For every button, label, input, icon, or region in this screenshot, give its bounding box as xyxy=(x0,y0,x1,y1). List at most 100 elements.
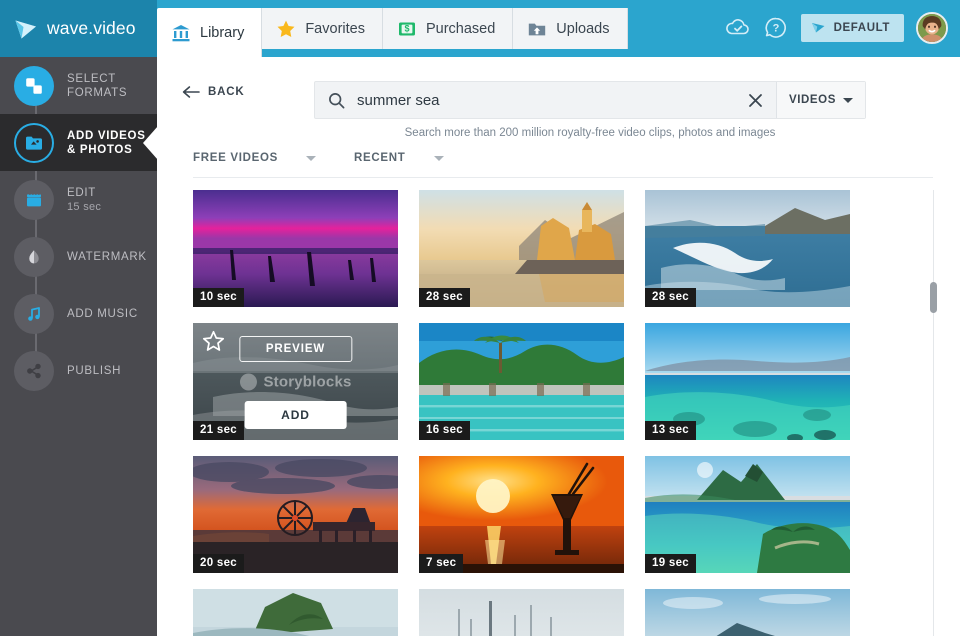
add-button[interactable]: ADD xyxy=(244,401,347,429)
cloud-check-icon[interactable] xyxy=(725,15,751,41)
music-note-icon xyxy=(14,294,54,334)
tab-library[interactable]: Library xyxy=(157,8,262,57)
droplet-icon xyxy=(14,237,54,277)
upload-folder-icon xyxy=(527,19,547,39)
result-card[interactable] xyxy=(419,589,624,636)
search-input[interactable] xyxy=(357,82,736,118)
clear-search-icon[interactable] xyxy=(736,82,776,118)
header-actions: ? DEFAULT xyxy=(725,0,960,57)
results-grid: 10 sec xyxy=(193,190,941,636)
watermark-dot-icon xyxy=(239,373,256,390)
result-card-hovered[interactable]: PREVIEW Storyblocks ADD 21 sec xyxy=(193,323,398,440)
sidebar-step-title: EDIT xyxy=(67,187,96,199)
tab-uploads[interactable]: Uploads xyxy=(513,8,627,49)
sidebar-step-label: WATERMARK xyxy=(67,250,147,264)
tab-label: Uploads xyxy=(556,21,609,37)
duration-badge: 7 sec xyxy=(419,554,463,573)
sidebar-step-select-formats[interactable]: SELECT FORMATS xyxy=(0,57,157,114)
star-outline-icon[interactable] xyxy=(202,330,225,358)
result-card[interactable]: 28 sec xyxy=(645,190,850,307)
sidebar-step-label: ADD MUSIC xyxy=(67,307,138,321)
tab-label: Favorites xyxy=(305,21,365,37)
sidebar-step-label: EDIT 15 sec xyxy=(67,186,101,214)
question-mark-icon[interactable]: ? xyxy=(763,15,789,41)
media-icon xyxy=(14,123,54,163)
wave-video-editor: wave.video Library Favorites xyxy=(0,0,960,636)
storyblocks-watermark: Storyblocks xyxy=(239,373,351,390)
app-header: wave.video Library Favorites xyxy=(0,0,960,57)
brand-name: wave.video xyxy=(47,18,136,39)
project-selector-button[interactable]: DEFAULT xyxy=(801,14,904,42)
sidebar-step-add-videos-photos[interactable]: ADD VIDEOS & PHOTOS xyxy=(0,114,157,171)
sidebar-step-label: PUBLISH xyxy=(67,364,121,378)
sidebar-step-add-music[interactable]: ADD MUSIC xyxy=(0,285,157,342)
filter-license[interactable]: FREE VIDEOS xyxy=(193,152,316,164)
project-label: DEFAULT xyxy=(834,22,890,34)
result-card[interactable]: 28 sec xyxy=(419,190,624,307)
watermark-text: Storyblocks xyxy=(263,373,351,390)
result-card[interactable] xyxy=(193,589,398,636)
duration-badge: 28 sec xyxy=(419,288,470,307)
preview-button[interactable]: PREVIEW xyxy=(239,336,352,362)
avatar-portrait xyxy=(918,14,946,42)
money-wallet-icon: $ xyxy=(397,19,417,39)
result-card[interactable]: 7 sec xyxy=(419,456,624,573)
thumbnail-image xyxy=(645,589,850,636)
result-card[interactable]: 16 sec xyxy=(419,323,624,440)
thumbnail-image xyxy=(193,589,398,636)
share-icon xyxy=(14,351,54,391)
media-type-dropdown[interactable]: VIDEOS xyxy=(776,82,865,118)
user-avatar[interactable] xyxy=(916,12,948,44)
play-triangle-icon xyxy=(12,15,39,42)
main-content: BACK VIDEOS xyxy=(157,57,960,636)
result-card[interactable]: 19 sec xyxy=(645,456,850,573)
scrollbar-track[interactable] xyxy=(933,190,934,636)
duration-badge: 16 sec xyxy=(419,421,470,440)
svg-text:?: ? xyxy=(772,22,779,34)
duration-badge: 21 sec xyxy=(193,421,244,440)
thumbnail-image xyxy=(419,589,624,636)
svg-text:$: $ xyxy=(404,23,409,33)
scrollbar-thumb[interactable] xyxy=(930,282,937,313)
chevron-down-icon xyxy=(434,156,444,161)
duration-badge: 20 sec xyxy=(193,554,244,573)
tab-label: Purchased xyxy=(426,21,495,37)
duration-badge: 10 sec xyxy=(193,288,244,307)
chevron-down-icon xyxy=(843,98,853,103)
brand-logo[interactable]: wave.video xyxy=(0,0,157,57)
sidebar-step-duration: 15 sec xyxy=(67,200,101,214)
duration-badge: 28 sec xyxy=(645,288,696,307)
duration-badge: 19 sec xyxy=(645,554,696,573)
sidebar-step-publish[interactable]: PUBLISH xyxy=(0,342,157,399)
filter-bar: FREE VIDEOS RECENT xyxy=(193,152,933,178)
result-card[interactable]: 13 sec xyxy=(645,323,850,440)
search-icon xyxy=(315,82,357,118)
search-row: BACK VIDEOS xyxy=(157,57,960,99)
chevron-down-icon xyxy=(306,156,316,161)
result-card[interactable] xyxy=(645,589,850,636)
search-hint: Search more than 200 million royalty-fre… xyxy=(314,127,866,139)
clapboard-icon xyxy=(14,180,54,220)
sidebar-step-edit[interactable]: EDIT 15 sec xyxy=(0,171,157,228)
sidebar-step-label: SELECT FORMATS xyxy=(67,72,157,100)
filter-label: RECENT xyxy=(354,152,405,164)
filter-label: FREE VIDEOS xyxy=(193,152,278,164)
header-tabs: Library Favorites $ Purchased xyxy=(157,0,628,57)
duration-badge: 13 sec xyxy=(645,421,696,440)
formats-icon xyxy=(14,66,54,106)
tab-label: Library xyxy=(200,25,244,41)
bank-columns-icon xyxy=(171,23,191,43)
result-card[interactable]: 10 sec xyxy=(193,190,398,307)
sidebar-step-label: ADD VIDEOS & PHOTOS xyxy=(67,129,157,157)
search-bar: VIDEOS xyxy=(314,81,866,119)
workflow-sidebar: SELECT FORMATS ADD VIDEOS & PHOTOS xyxy=(0,57,157,636)
result-card[interactable]: 20 sec xyxy=(193,456,398,573)
star-icon xyxy=(276,19,296,39)
back-button[interactable]: BACK xyxy=(182,85,244,99)
wave-play-icon xyxy=(811,21,826,34)
arrow-left-icon xyxy=(182,85,200,99)
sidebar-step-watermark[interactable]: WATERMARK xyxy=(0,228,157,285)
tab-favorites[interactable]: Favorites xyxy=(262,8,383,49)
filter-sort[interactable]: RECENT xyxy=(354,152,443,164)
tab-purchased[interactable]: $ Purchased xyxy=(383,8,513,49)
